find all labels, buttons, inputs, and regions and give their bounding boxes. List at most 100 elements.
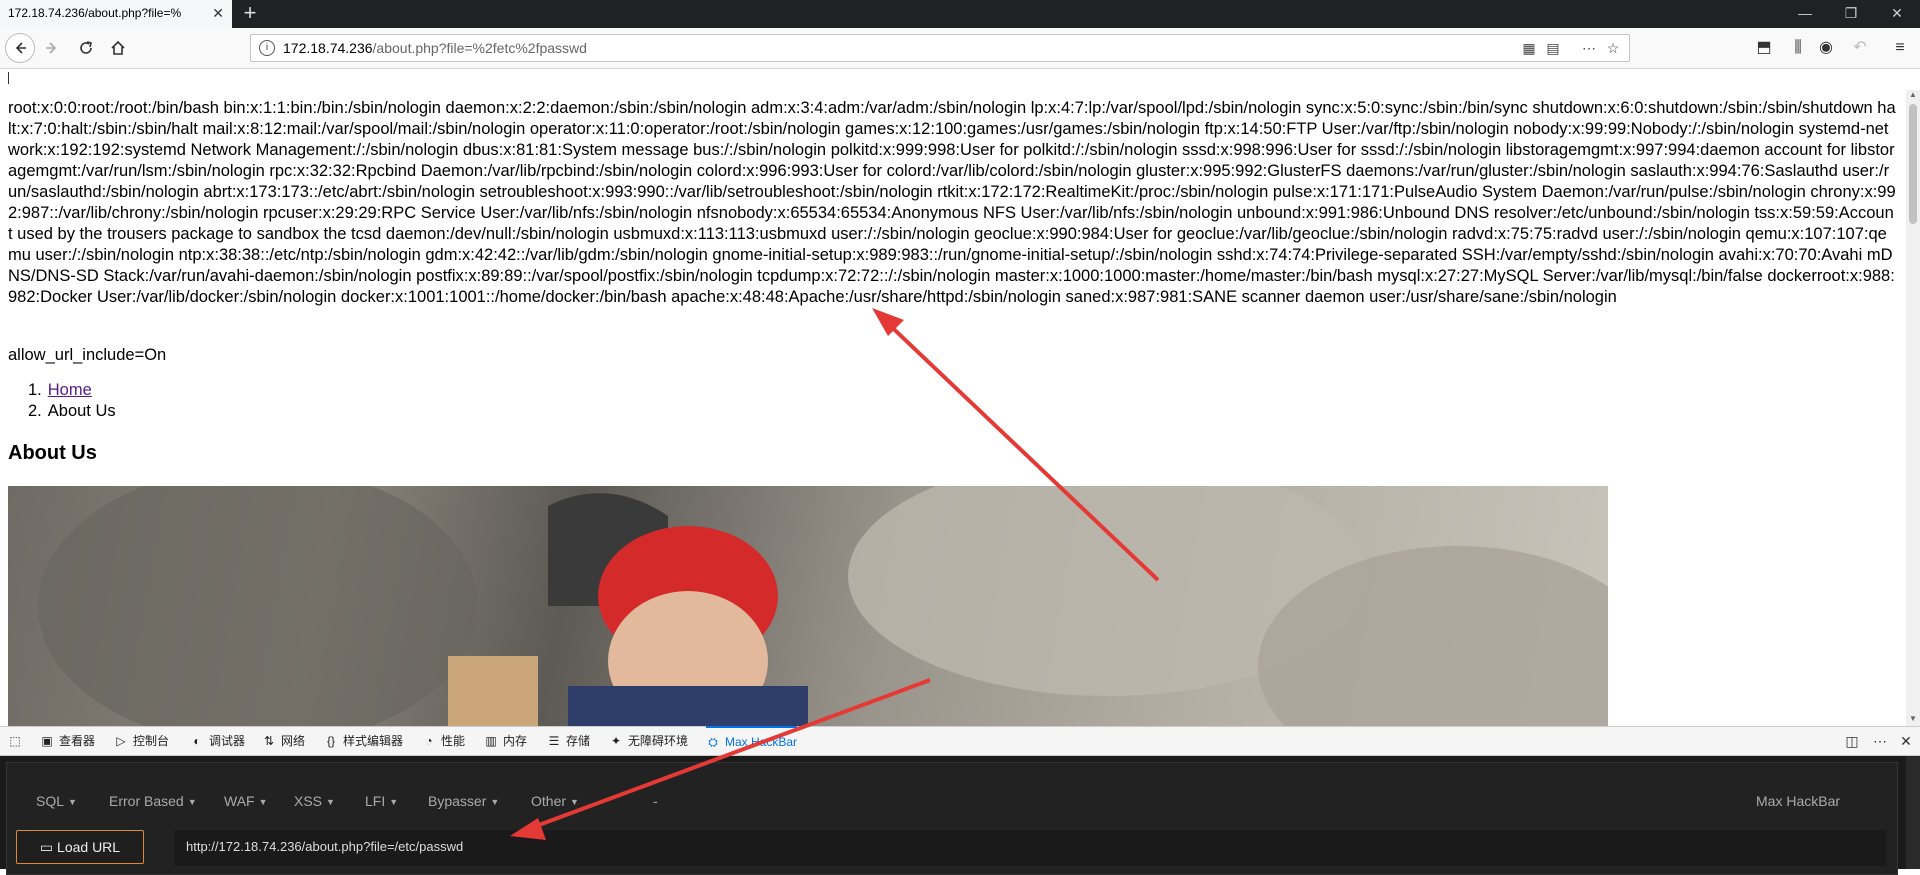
browser-tab[interactable]: 172.18.74.236/about.php?file=% ✕ [0,0,232,28]
passwd-dump: root:x:0:0:root:/root:/bin/bash bin:x:1:… [8,99,1896,306]
menu-icon[interactable]: ≡ [1886,34,1914,62]
page-actions-icon[interactable]: ⋯ [1579,38,1599,58]
scroll-thumb[interactable] [1909,104,1917,224]
inspector-icon: ▣ [41,734,53,748]
undo-icon[interactable]: ↶ [1846,34,1874,62]
tab-label: 查看器 [59,734,96,748]
devtools-tab-performance[interactable]: ◔ 性能 [422,727,465,755]
reload-button[interactable] [72,34,100,62]
tab-label: 样式编辑器 [343,734,404,748]
library-icon[interactable]: ⫼ [1784,34,1812,62]
caret-down-icon: ▼ [68,797,77,808]
hackbar-url-input[interactable]: http://172.18.74.236/about.php?file=/etc… [174,830,1886,866]
tab-label: 网络 [281,734,306,748]
minimize-button[interactable]: — [1782,0,1828,28]
tab-label: 性能 [441,734,466,748]
tab-label: Max HackBar [725,735,798,749]
tab-label: 控制台 [133,734,170,748]
storage-icon: ☰ [548,734,560,748]
restore-button[interactable]: ❐ [1828,0,1874,28]
accessibility-icon: ✦ [610,734,622,748]
devtools-close-icon[interactable]: ✕ [1894,727,1918,755]
scroll-down-icon[interactable]: ▼ [1906,714,1920,726]
menu-xss[interactable]: XSS ▼ [294,793,335,809]
devtools-tab-memory[interactable]: ▥ 内存 [484,727,527,755]
home-button[interactable] [104,34,132,62]
load-url-icon: ▭ [39,839,54,855]
devtools-tab-console[interactable]: ▷ 控制台 [114,727,169,755]
load-url-button[interactable]: ▭ Load URL [16,830,144,864]
element-picker-icon[interactable]: ⬚ [8,727,27,755]
menu-label: WAF [224,793,255,809]
caret-down-icon: ▼ [570,797,579,808]
caret-down-icon: ▼ [326,797,335,808]
menu-other[interactable]: Other ▼ [531,793,579,809]
breadcrumb-home-link[interactable]: Home [48,381,92,399]
menu-waf[interactable]: WAF ▼ [224,793,268,809]
console-icon: ▷ [116,734,126,748]
scroll-up-icon[interactable]: ▲ [1906,90,1920,102]
devtools-tab-inspector[interactable]: ▣ 查看器 [40,727,95,755]
memory-icon: ▥ [485,734,497,748]
forward-button[interactable] [38,34,66,62]
reload-icon [80,41,92,54]
performance-icon: ◔ [425,734,433,748]
tab-label: 内存 [503,734,528,748]
menu-label: LFI [365,793,386,809]
site-info-icon[interactable]: i [259,40,275,56]
tab-strip: 172.18.74.236/about.php?file=% ✕ + — ❐ ✕ [0,0,1920,28]
bookmark-star-icon[interactable]: ☆ [1603,38,1623,58]
devtools-tab-debugger[interactable]: ◐ 调试器 [190,727,245,755]
url-text[interactable]: 172.18.74.236/about.php?file=%2fetc%2fpa… [283,35,587,61]
tab-close-icon[interactable]: ✕ [212,0,224,26]
menu-sql[interactable]: SQL ▼ [36,793,77,809]
devtools-tab-accessibility[interactable]: ✦ 无障碍环境 [609,727,688,755]
qr-code-icon[interactable]: ▦ [1519,38,1539,58]
devtools-tab-style-editor[interactable]: {} 样式编辑器 [324,727,403,755]
page-heading: About Us [8,442,97,464]
pocket-icon[interactable]: ⬒ [1750,34,1778,62]
menu-label: Bypasser [428,793,487,809]
dock-side-icon[interactable]: ◫ [1840,727,1864,755]
style-editor-icon: {} [326,734,335,748]
forward-arrow-icon [46,42,57,54]
page-scrollbar[interactable]: ▲ ▼ [1906,90,1920,726]
breadcrumb-number: 1. [28,381,42,399]
page-content: root:x:0:0:root:/root:/bin/bash bin:x:1:… [0,90,1906,726]
address-bar[interactable]: i 172.18.74.236/about.php?file=%2fetc%2f… [250,34,1630,62]
menu-lfi[interactable]: LFI ▼ [365,793,398,809]
home-icon [111,40,125,55]
reader-view-icon[interactable]: ▤ [1543,38,1563,58]
menu-label: SQL [36,793,65,809]
devtools-tab-storage[interactable]: ☰ 存储 [547,727,590,755]
hackbar-icon: ⛭ [708,735,718,749]
window-close-button[interactable]: ✕ [1874,0,1920,28]
caret-down-icon: ▼ [187,797,197,808]
back-arrow-icon [15,42,26,54]
hero-photo [38,486,1608,726]
tab-title: 172.18.74.236/about.php?file=% [8,6,182,20]
url-path: /about.php?file=%2fetc%2fpasswd [372,40,587,56]
tab-label: 存储 [566,734,591,748]
breadcrumb-item: 1. Home [28,380,116,401]
menu-bypasser[interactable]: Bypasser ▼ [428,793,499,809]
menu-error-based[interactable]: Error Based ▼ [109,793,197,809]
caret-down-icon: ▼ [389,797,399,808]
devtools-options-icon[interactable]: ⋯ [1868,727,1892,755]
devtools-tab-network[interactable]: ⇅ 网络 [262,727,305,755]
back-button[interactable] [5,33,35,63]
devtools-toolbar: ⬚ ▣ 查看器 ▷ 控制台 ◐ 调试器 ⇅ 网络 {} 样式编辑器 ◔ 性能 ▥ 内存 ☰ 存储… [0,726,1920,756]
menu-label: Error Based [109,793,184,809]
load-url-label: Load URL [57,839,121,855]
account-icon[interactable]: ◉ [1812,34,1840,62]
breadcrumb: 1. Home 2. About Us [28,380,116,422]
menu-label: Other [531,793,567,809]
breadcrumb-number: 2. [28,402,42,420]
breadcrumb-current: About Us [47,402,116,420]
debugger-icon: ◐ [193,734,201,748]
menu-separator: - [653,793,658,809]
devtools-tab-max-hackbar[interactable]: ⛭ Max HackBar [706,726,798,756]
nav-bar: i 172.18.74.236/about.php?file=%2fetc%2f… [0,28,1920,69]
hackbar-scrollbar[interactable] [1906,756,1920,869]
new-tab-button[interactable]: + [236,0,264,28]
